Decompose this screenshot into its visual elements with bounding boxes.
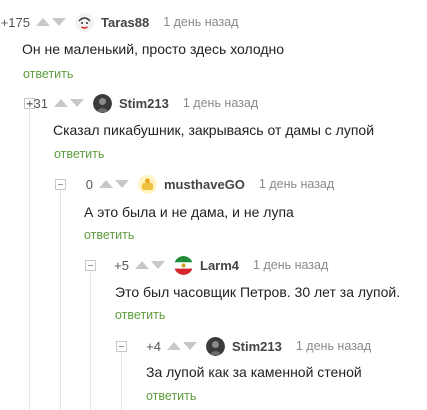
reply-link[interactable]: ответить [54,147,104,161]
comment-header: +31 Stim213 1 день назад [18,93,258,113]
upvote-icon[interactable] [36,18,50,26]
username[interactable]: Stim213 [119,96,169,111]
thread-line [60,186,61,410]
reply-link[interactable]: ответить [84,228,134,242]
downvote-icon[interactable] [52,18,66,26]
vote-controls [54,99,84,107]
face-sketch-avatar-icon [75,12,94,32]
dark-photo-avatar-icon [206,336,225,356]
downvote-icon[interactable] [183,342,197,350]
user-avatar[interactable] [75,12,94,32]
user-avatar[interactable] [206,336,225,356]
upvote-icon[interactable] [99,180,113,188]
comment-rating: +4 [146,338,161,354]
comment-rating: 0 [85,176,93,192]
comment-timestamp: 1 день назад [258,177,335,191]
thread-line [90,266,91,410]
user-avatar[interactable] [174,255,193,275]
comment-timestamp: 1 день назад [163,15,239,29]
upvote-icon[interactable] [135,261,149,269]
comment-text: Он не маленький, просто здесь холодно [22,41,285,57]
comment-text: За лупой как за каменной стеной [146,364,362,380]
comment-header: +175 Taras88 1 день назад [0,12,238,32]
reply-link[interactable]: ответить [23,67,73,81]
comment-rating: +31 [25,95,48,111]
username[interactable]: Taras88 [101,15,149,30]
user-avatar[interactable] [93,93,112,113]
flag-avatar-icon [174,255,193,275]
username[interactable]: Larm4 [200,258,239,273]
vote-controls [135,261,165,269]
comment-header: 0 musthaveGO 1 день назад [63,174,334,194]
vote-controls [167,342,197,350]
vote-controls [99,180,129,188]
thread-line [121,348,122,410]
comment-rating: +5 [114,257,129,273]
comment-timestamp: 1 день назад [253,258,329,272]
comment-rating: +175 [0,14,30,30]
downvote-icon[interactable] [70,99,84,107]
vote-controls [36,18,66,26]
collapse-button[interactable] [85,260,96,271]
comment-header: +5 Larm4 1 день назад [99,255,328,275]
comment-text: Это был часовщик Петров. 30 лет за лупой… [115,284,401,300]
comment-text: А это была и не дама, и не лупа [84,204,294,220]
downvote-icon[interactable] [151,261,165,269]
downvote-icon[interactable] [115,180,129,188]
reply-link[interactable]: ответить [146,389,196,403]
user-avatar[interactable] [138,174,157,194]
comment-text: Сказал пикабушник, закрываясь от дамы с … [53,122,375,138]
upvote-icon[interactable] [167,342,181,350]
username[interactable]: Stim213 [232,339,282,354]
comment-timestamp: 1 день назад [295,339,372,353]
upvote-icon[interactable] [54,99,68,107]
reply-link[interactable]: ответить [115,308,165,322]
collapse-button[interactable] [116,341,127,352]
yellow-avatar-icon [138,174,157,194]
dark-photo-avatar-icon [93,93,112,113]
comment-header: +4 Stim213 1 день назад [131,336,371,356]
comment-timestamp: 1 день назад [182,96,259,110]
username[interactable]: musthaveGO [164,177,245,192]
thread-line [29,104,30,410]
